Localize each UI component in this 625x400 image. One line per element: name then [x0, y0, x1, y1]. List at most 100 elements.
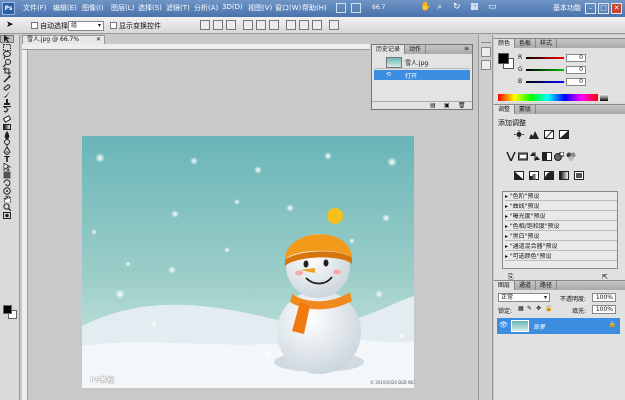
threshold-icon[interactable] [544, 171, 554, 180]
minimize-button[interactable]: – [585, 3, 596, 14]
auto-align-icon[interactable] [329, 20, 339, 30]
tab-masks[interactable]: 蒙版 [515, 105, 537, 114]
black-white-icon[interactable] [542, 152, 552, 161]
bridge-icon[interactable] [336, 3, 346, 13]
gradient-tool-icon[interactable] [0, 123, 14, 131]
lock-pixels-icon[interactable]: ✎ [527, 305, 532, 312]
maximize-button[interactable]: □ [598, 3, 609, 14]
type-tool-icon[interactable]: T [0, 155, 14, 164]
menu-file[interactable]: 文件(F) [23, 3, 47, 13]
close-button[interactable]: ✕ [611, 3, 622, 14]
close-document-icon[interactable]: ✕ [96, 36, 101, 44]
channel-g-slider[interactable] [526, 69, 564, 71]
preset-item[interactable]: ▸ "曝光度"预设 [505, 213, 617, 221]
new-document-icon[interactable]: ▤ [430, 102, 436, 109]
hand-tool-icon[interactable] [0, 195, 14, 203]
marquee-tool-icon[interactable] [0, 43, 14, 51]
crop-tool-icon[interactable] [0, 67, 14, 75]
brightness-contrast-icon[interactable] [514, 130, 524, 139]
history-brush-source-icon[interactable]: ⟲ [386, 71, 391, 78]
lock-transparency-icon[interactable]: ▦ [518, 305, 524, 312]
lasso-tool-icon[interactable] [0, 51, 14, 59]
quick-mask-icon[interactable] [0, 211, 14, 219]
lock-all-icon[interactable]: 🔒 [545, 305, 552, 312]
new-snapshot-icon[interactable]: ▣ [444, 102, 450, 109]
channel-b-slider[interactable] [526, 81, 564, 83]
curves-icon[interactable] [544, 130, 554, 139]
delete-icon[interactable]: 🗑 [458, 102, 466, 109]
layer-visibility-eye-icon[interactable]: 👁 [499, 321, 508, 329]
align-left-icon[interactable] [243, 20, 253, 30]
history-brush-tool-icon[interactable] [0, 107, 14, 115]
menu-window[interactable]: 窗口(W) [275, 3, 301, 13]
menu-edit[interactable]: 编辑(E) [53, 3, 77, 13]
align-bottom-icon[interactable] [226, 20, 236, 30]
mini-bridge-icon[interactable] [351, 3, 361, 13]
preset-item[interactable]: ▸ "曲线"预设 [505, 203, 617, 211]
quick-select-tool-icon[interactable] [0, 59, 14, 67]
selective-color-icon[interactable] [574, 171, 584, 180]
panel-menu-icon[interactable]: ≡ [464, 45, 469, 52]
menu-image[interactable]: 图像(I) [82, 3, 104, 13]
tab-color[interactable]: 颜色 [494, 39, 516, 48]
lock-position-icon[interactable]: ✥ [536, 305, 541, 312]
path-selection-tool-icon[interactable] [0, 163, 14, 171]
rotate-view-icon[interactable]: ↻ [453, 2, 461, 12]
gradient-map-icon[interactable] [559, 171, 569, 180]
channel-b-value[interactable]: 0 [566, 78, 586, 86]
preset-item[interactable]: ▸ "色阶"预设 [505, 193, 617, 201]
shape-tool-icon[interactable] [0, 171, 14, 179]
preset-item[interactable]: ▸ "黑白"预设 [505, 233, 617, 241]
document-canvas[interactable] [82, 136, 414, 388]
history-step-open[interactable]: ⟲ 打开 [374, 70, 470, 80]
channel-g-value[interactable]: 0 [566, 66, 586, 74]
distribute-bottom-icon[interactable] [312, 20, 322, 30]
align-right-icon[interactable] [269, 20, 279, 30]
tab-layers[interactable]: 图层 [494, 281, 516, 290]
history-snapshot-row[interactable]: 雪人.jpg [374, 56, 470, 69]
zoom-level[interactable]: 66.7 [372, 4, 385, 11]
black-white-ramp[interactable] [600, 94, 608, 101]
menu-select[interactable]: 选择(S) [138, 3, 162, 13]
align-top-icon[interactable] [200, 20, 210, 30]
eraser-tool-icon[interactable] [0, 115, 14, 123]
color-balance-icon[interactable] [530, 152, 540, 161]
exposure-icon[interactable] [559, 130, 569, 139]
menu-3d[interactable]: 3D(D) [222, 3, 243, 11]
history-panel-icon[interactable] [481, 47, 491, 57]
menu-layer[interactable]: 图层(L) [111, 3, 134, 13]
preset-item[interactable]: ▸ "通道混合器"预设 [505, 243, 617, 251]
document-tab[interactable]: 雪人.jpg @ 66.7%(RGB/8#)✕ [22, 35, 105, 51]
opacity-field[interactable]: 100% [592, 293, 616, 302]
invert-icon[interactable] [514, 171, 524, 180]
distribute-vcenter-icon[interactable] [299, 20, 309, 30]
arrange-documents-icon[interactable]: ▦ [470, 2, 479, 12]
photo-filter-icon[interactable] [554, 152, 564, 161]
strip-gripper[interactable] [481, 39, 491, 43]
zoom-tool-icon[interactable] [0, 203, 14, 211]
brush-tool-icon[interactable] [0, 91, 14, 99]
hand-tool-icon[interactable]: ✋ [420, 2, 431, 12]
tab-paths[interactable]: 路径 [536, 281, 558, 290]
menu-filter[interactable]: 滤镜(T) [166, 3, 190, 13]
hue-saturation-icon[interactable] [518, 152, 528, 161]
tab-styles[interactable]: 样式 [536, 39, 558, 48]
levels-icon[interactable] [529, 130, 539, 139]
foreground-color-swatch[interactable] [3, 305, 12, 314]
zoom-tool-icon[interactable]: ⌕ [437, 2, 442, 12]
tab-adjustments[interactable]: 调整 [494, 105, 516, 114]
tab-swatches[interactable]: 色板 [515, 39, 537, 48]
blur-tool-icon[interactable] [0, 131, 14, 139]
healing-brush-tool-icon[interactable] [0, 83, 14, 91]
show-transform-checkbox[interactable] [110, 22, 117, 29]
move-tool-icon[interactable] [0, 35, 14, 43]
tab-history[interactable]: 历史记录 [372, 45, 406, 54]
fill-field[interactable]: 100% [592, 305, 616, 314]
eyedropper-tool-icon[interactable] [0, 75, 14, 83]
workspace-switcher[interactable]: 基本功能 [553, 3, 581, 13]
auto-select-checkbox[interactable] [31, 22, 38, 29]
move-tool-preset-icon[interactable]: ➤ [6, 20, 14, 30]
menu-help[interactable]: 帮助(H) [302, 3, 327, 13]
3d-camera-tool-icon[interactable] [0, 187, 14, 195]
3d-rotate-tool-icon[interactable] [0, 179, 14, 187]
